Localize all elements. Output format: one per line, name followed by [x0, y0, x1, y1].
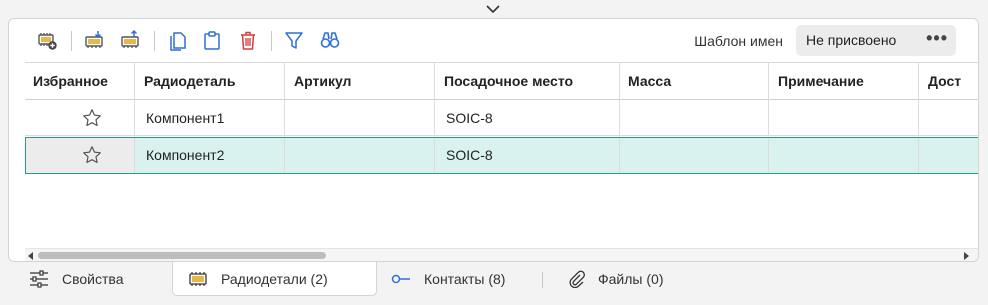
delete-icon [241, 31, 255, 50]
add-part-icon [38, 33, 57, 50]
chip-icon [187, 270, 209, 288]
tab-separator [542, 272, 543, 288]
delete-button[interactable] [236, 28, 260, 52]
import-part-button[interactable] [82, 28, 106, 52]
footprint-cell[interactable]: SOIC-8 [435, 138, 620, 173]
star-icon[interactable] [82, 108, 102, 128]
parts-table: Избранное Радиодеталь Артикул Посадочное… [25, 62, 978, 247]
toolbar: Шаблон имен Не присвоено ••• [9, 19, 978, 63]
favorite-cell[interactable] [26, 138, 135, 173]
template-select[interactable]: Не присвоено ••• [796, 25, 956, 56]
favorite-cell[interactable] [25, 100, 135, 135]
template-label: Шаблон имен [694, 33, 783, 49]
copy-icon [170, 32, 186, 51]
paste-button[interactable] [200, 28, 224, 52]
column-header-part[interactable]: Радиодеталь [135, 63, 285, 100]
paste-icon [204, 31, 220, 50]
add-part-button[interactable] [35, 28, 59, 52]
part-cell[interactable]: Компонент1 [135, 100, 285, 135]
note-cell[interactable] [769, 138, 919, 173]
article-cell[interactable] [285, 138, 435, 173]
column-header-mass[interactable]: Масса [620, 63, 769, 100]
import-part-icon [85, 31, 103, 48]
bottom-tabs: Свойства Радиодетали (2) Контакты (8) Фа… [8, 262, 979, 296]
scroll-thumb[interactable] [38, 252, 326, 259]
export-part-button[interactable] [118, 28, 142, 52]
tab-parts[interactable]: Радиодетали (2) [172, 262, 377, 296]
export-part-icon [121, 29, 139, 48]
mass-cell[interactable] [620, 100, 769, 135]
table-row[interactable]: Компонент1 SOIC-8 [25, 100, 978, 136]
column-header-article[interactable]: Артикул [285, 63, 435, 100]
extra-cell[interactable] [919, 100, 978, 135]
footprint-cell[interactable]: SOIC-8 [435, 100, 620, 135]
mass-cell[interactable] [620, 138, 769, 173]
note-cell[interactable] [769, 100, 919, 135]
toolbar-separator [154, 31, 155, 51]
column-header-footprint[interactable]: Посадочное место [435, 63, 620, 100]
tab-label: Радиодетали (2) [221, 270, 328, 287]
toolbar-separator [71, 31, 72, 51]
scroll-left-icon[interactable] [28, 252, 33, 260]
collapse-chevron-icon[interactable] [485, 3, 501, 15]
table-row-selected[interactable]: Компонент2 SOIC-8 [25, 137, 978, 174]
part-cell[interactable]: Компонент2 [135, 138, 285, 173]
paperclip-icon [566, 270, 588, 288]
find-icon [320, 32, 340, 48]
properties-icon [28, 270, 50, 288]
horizontal-scrollbar[interactable] [25, 248, 978, 261]
article-cell[interactable] [285, 100, 435, 135]
toolbar-separator [271, 31, 272, 51]
tab-properties[interactable]: Свойства [28, 262, 173, 296]
column-header-favorite[interactable]: Избранное [25, 63, 135, 100]
template-value: Не присвоено [806, 32, 897, 48]
more-options-icon[interactable]: ••• [926, 28, 948, 49]
scroll-right-icon[interactable] [964, 252, 969, 260]
filter-icon [285, 32, 303, 49]
tab-contacts[interactable]: Контакты (8) [390, 262, 540, 296]
parts-panel: Шаблон имен Не присвоено ••• Избранное Р… [8, 18, 979, 262]
tab-files[interactable]: Файлы (0) [566, 262, 706, 296]
tab-label: Контакты (8) [424, 271, 506, 287]
star-icon[interactable] [82, 145, 102, 165]
table-header: Избранное Радиодеталь Артикул Посадочное… [25, 62, 978, 100]
copy-button[interactable] [165, 28, 189, 52]
extra-cell[interactable] [919, 138, 978, 173]
tab-label: Файлы (0) [598, 271, 664, 287]
column-header-extra[interactable]: Дост [919, 63, 978, 100]
column-header-note[interactable]: Примечание [769, 63, 919, 100]
tab-label: Свойства [62, 271, 124, 287]
find-button[interactable] [318, 28, 342, 52]
filter-button[interactable] [282, 28, 306, 52]
pin-icon [390, 270, 412, 288]
